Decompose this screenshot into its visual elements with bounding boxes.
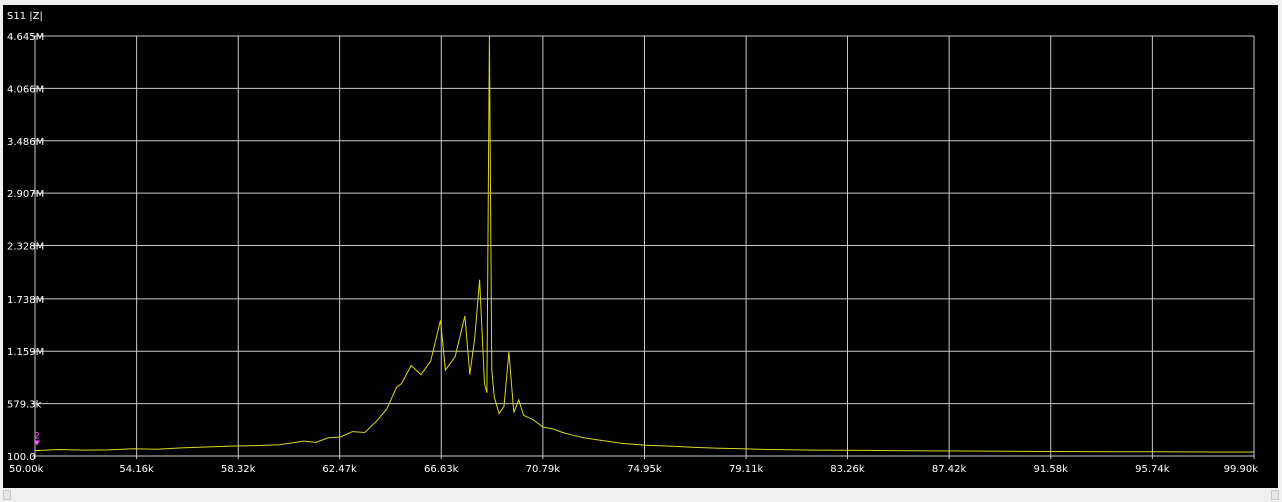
y-tick-label: 2.907M: [7, 189, 44, 200]
x-tick-label: 91.58k: [1034, 464, 1069, 475]
x-tick-label: 50.00k: [9, 464, 44, 475]
grid: [32, 35, 1255, 459]
y-tick-label: 4.066M: [7, 84, 44, 95]
y-tick-label: 3.486M: [7, 137, 44, 148]
tick-labels: 50.00k 54.16k 58.32k 62.47k 66.63k 70.79k 74.9…: [7, 32, 1258, 475]
marker-label: 2: [34, 431, 40, 441]
x-tick-label: 70.79k: [526, 464, 561, 475]
y-tick-label: 579.3k: [7, 400, 42, 411]
chart-frame: 50.00k 54.16k 58.32k 62.47k 66.63k 70.79k 74.9…: [3, 5, 1278, 488]
x-tick-label: 79.11k: [729, 464, 764, 475]
x-tick-label: 58.32k: [221, 464, 256, 475]
plot-area[interactable]: 50.00k 54.16k 58.32k 62.47k 66.63k 70.79k 74.9…: [3, 5, 1278, 488]
x-tick-label: 83.26k: [830, 464, 865, 475]
trace-title: S11 |Z|: [7, 11, 43, 22]
x-tick-label: 87.42k: [932, 464, 967, 475]
x-tick-label: 66.63k: [424, 464, 459, 475]
scroll-left-handle[interactable]: [3, 490, 11, 500]
scroll-right-handle[interactable]: [1271, 490, 1279, 500]
y-tick-label: 1.738M: [7, 295, 44, 306]
x-tick-label: 74.95k: [627, 464, 662, 475]
y-tick-label: 4.645M: [7, 32, 44, 43]
x-tick-label: 95.74k: [1135, 464, 1170, 475]
window-bottom-strip: [0, 488, 1282, 502]
x-tick-label: 54.16k: [119, 464, 154, 475]
x-tick-label: 99.90k: [1224, 464, 1259, 475]
y-tick-label: 1.159M: [7, 347, 44, 358]
x-tick-label: 62.47k: [322, 464, 357, 475]
y-tick-label: 100.0: [7, 452, 36, 463]
y-tick-label: 2.328M: [7, 242, 44, 253]
